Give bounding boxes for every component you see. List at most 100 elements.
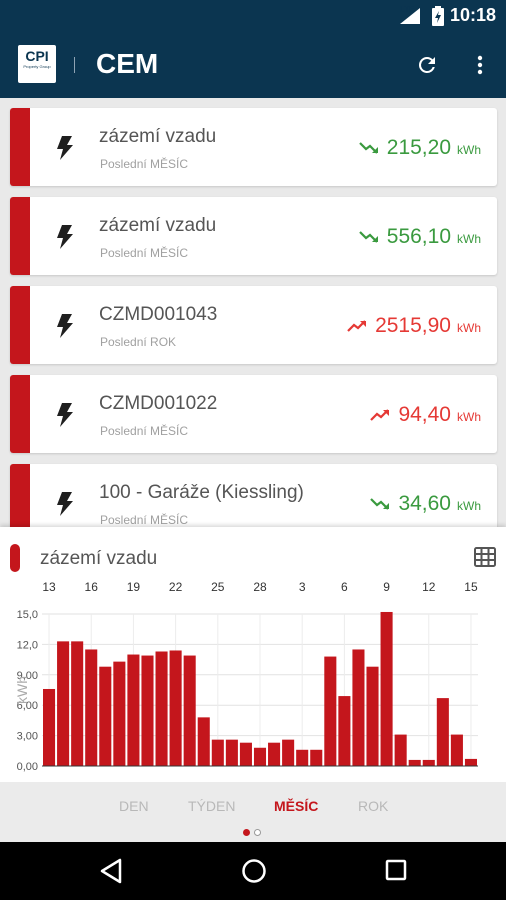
x-tick-label: 3 <box>299 580 306 594</box>
meter-period: Poslední ROK <box>100 335 177 349</box>
battery-icon <box>432 6 444 26</box>
meter-value: 215,20 <box>386 136 451 159</box>
chart-bar[interactable] <box>211 739 224 766</box>
chart-bar[interactable] <box>141 655 154 766</box>
x-tick-label: 12 <box>422 580 436 594</box>
status-bar: LTE 10:18 <box>0 0 506 32</box>
meter-card[interactable]: zázemí vzadu Poslední MĚSÍC 556,10 kWh <box>10 197 497 275</box>
tab-week[interactable]: TÝDEN <box>188 798 235 814</box>
chart-bar[interactable] <box>113 661 126 766</box>
lightning-icon <box>57 225 73 249</box>
page-dot-inactive <box>254 829 261 836</box>
table-icon[interactable] <box>474 547 496 567</box>
meter-value: 2515,90 <box>375 314 451 337</box>
meter-card[interactable]: CZMD001022 Poslední MĚSÍC 94,40 kWh <box>10 375 497 453</box>
chart-bar[interactable] <box>99 666 112 766</box>
meter-unit: kWh <box>457 499 481 513</box>
back-icon[interactable] <box>99 858 123 884</box>
y-axis-label: kWh <box>14 676 30 704</box>
tab-month[interactable]: MĚSÍC <box>274 798 318 814</box>
x-tick-label: 9 <box>383 580 390 594</box>
chart-bar[interactable] <box>57 641 70 766</box>
meter-card[interactable]: 100 - Garáže (Kiessling) Poslední MĚSÍC 34… <box>10 464 497 528</box>
meter-color-bar <box>10 464 30 528</box>
trend-up-icon <box>347 320 367 332</box>
app-logo: CEM <box>96 48 159 79</box>
meter-card[interactable]: zázemí vzadu Poslední MĚSÍC 215,20 kWh <box>10 108 497 186</box>
trend-up-icon <box>370 409 390 421</box>
refresh-icon <box>419 56 435 73</box>
meter-value: 34,60 <box>398 492 451 515</box>
consumption-bar-chart[interactable]: 0,003,006,009,0012,015,013 16 19 22 25 28 3 6 9 1… <box>0 571 506 782</box>
meter-value-group: 215,20 kWh <box>358 136 481 160</box>
meter-name: zázemí vzadu <box>99 215 217 236</box>
chart-bar[interactable] <box>282 739 295 766</box>
y-tick-label: 15,0 <box>17 609 38 621</box>
chart-bar[interactable] <box>155 651 168 766</box>
chart-bar[interactable] <box>310 749 323 766</box>
meter-period: Poslední MĚSÍC <box>100 157 189 171</box>
chart-bar[interactable] <box>85 649 98 766</box>
meter-value: 556,10 <box>386 225 451 248</box>
meter-period: Poslední MĚSÍC <box>100 513 189 527</box>
chart-bar[interactable] <box>408 759 421 766</box>
chart-bar[interactable] <box>71 641 84 766</box>
meter-name: CZMD001022 <box>99 393 218 414</box>
page-indicator <box>243 829 261 836</box>
meter-value-group: 2515,90 kWh <box>347 314 481 338</box>
overflow-menu-button[interactable] <box>466 51 494 79</box>
meter-unit: kWh <box>457 321 481 335</box>
meter-color-bar <box>10 108 30 186</box>
app-bar: CPI Property Group CEM <box>0 32 506 98</box>
meter-name: CZMD001043 <box>99 304 218 325</box>
chart-bar[interactable] <box>43 688 56 766</box>
chart-bar[interactable] <box>422 759 435 766</box>
meter-name: zázemí vzadu <box>99 126 217 147</box>
more-vert-icon <box>477 55 483 75</box>
y-tick-label: 0,00 <box>17 761 38 773</box>
lightning-icon <box>57 492 73 516</box>
x-tick-label: 13 <box>42 580 56 594</box>
chart-bar[interactable] <box>127 654 140 766</box>
chart-bar[interactable] <box>450 734 463 766</box>
tab-year[interactable]: ROK <box>358 798 388 814</box>
meter-unit: kWh <box>457 143 481 157</box>
chart-bar[interactable] <box>324 656 337 766</box>
tab-day[interactable]: DEN <box>119 798 149 814</box>
chart-bar[interactable] <box>268 742 281 766</box>
chart-bar[interactable] <box>239 742 252 766</box>
x-tick-label: 25 <box>211 580 225 594</box>
trend-down-icon <box>358 231 378 243</box>
chart-bar[interactable] <box>169 650 182 766</box>
chart-bar[interactable] <box>464 758 477 766</box>
network-type: LTE <box>400 5 415 14</box>
chart-bar[interactable] <box>197 717 210 766</box>
chart-bar[interactable] <box>380 611 393 766</box>
chart-bar[interactable] <box>352 649 365 766</box>
page-dot-active <box>243 829 250 836</box>
meter-list[interactable]: zázemí vzadu Poslední MĚSÍC 215,20 kWh zázem… <box>0 98 506 528</box>
chart-bar[interactable] <box>338 696 351 766</box>
meter-color-bar <box>10 375 30 453</box>
home-icon[interactable] <box>241 858 267 884</box>
meter-value-group: 94,40 kWh <box>370 403 481 427</box>
chart-bar[interactable] <box>394 734 407 766</box>
y-tick-label: 12,0 <box>17 639 38 651</box>
chart-bar[interactable] <box>225 739 238 766</box>
company-logo[interactable]: CPI Property Group <box>18 45 56 83</box>
meter-card[interactable]: CZMD001043 Poslední ROK 2515,90 kWh <box>10 286 497 364</box>
refresh-button[interactable] <box>413 51 441 79</box>
x-tick-label: 22 <box>169 580 183 594</box>
detail-title: zázemí vzadu <box>40 548 158 569</box>
chart-bar[interactable] <box>296 749 309 766</box>
chart-bar[interactable] <box>253 747 267 766</box>
recents-icon[interactable] <box>385 858 407 882</box>
chart-bar[interactable] <box>366 666 379 766</box>
chart-bar[interactable] <box>436 698 449 766</box>
chart-bar[interactable] <box>183 655 196 766</box>
trend-down-icon <box>370 498 390 510</box>
meter-color-bar <box>10 286 30 364</box>
meter-color-bar <box>10 197 30 275</box>
meter-period: Poslední MĚSÍC <box>100 424 189 438</box>
period-tabs: DEN TÝDEN MĚSÍC ROK <box>0 782 506 842</box>
